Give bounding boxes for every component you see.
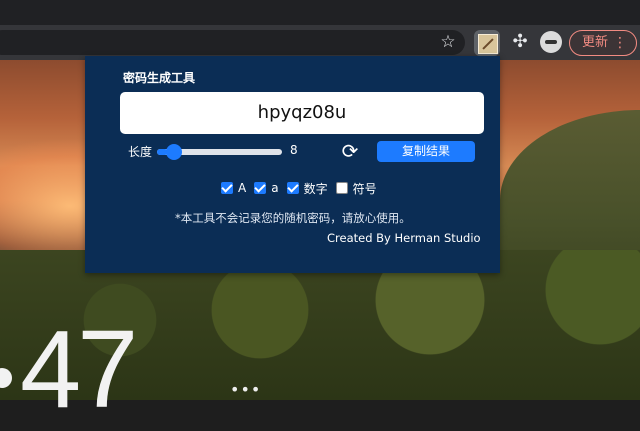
lowercase-checkbox[interactable] <box>254 182 267 194</box>
character-options: A a 数字 符号 <box>221 179 385 197</box>
profile-avatar[interactable] <box>540 31 562 53</box>
symbols-label: 符号 <box>352 181 377 196</box>
length-slider[interactable] <box>157 144 282 160</box>
popup-title: 密码生成工具 <box>123 71 196 85</box>
lowercase-label: a <box>271 181 279 195</box>
option-lowercase[interactable]: a <box>254 181 279 195</box>
credit-text: Created By Herman Studio <box>327 231 481 245</box>
uppercase-checkbox[interactable] <box>221 182 233 194</box>
clock-minutes: 47 <box>20 308 138 431</box>
password-extension-icon[interactable] <box>474 30 500 56</box>
refresh-icon[interactable]: ⟳ <box>339 140 361 162</box>
more-dots-icon[interactable]: ••• <box>230 380 261 399</box>
copy-result-button[interactable]: 复制结果 <box>377 141 475 162</box>
privacy-note: *本工具不会记录您的随机密码，请放心使用。 <box>175 211 411 225</box>
length-slider-thumb[interactable] <box>166 144 183 160</box>
password-generator-popup: 密码生成工具 hpyqz08u 长度 8 ⟳ 复制结果 A a 数字 符号 *本… <box>85 56 500 273</box>
password-output-field[interactable]: hpyqz08u <box>120 92 484 134</box>
length-label: 长度 <box>128 145 153 159</box>
star-icon[interactable]: ☆ <box>437 31 459 53</box>
tab-strip <box>0 0 640 25</box>
update-button[interactable]: 更新 ⋮ <box>569 30 637 56</box>
uppercase-label: A <box>238 181 247 195</box>
option-uppercase[interactable]: A <box>221 181 246 195</box>
update-label: 更新 <box>582 35 609 50</box>
digits-label: 数字 <box>303 181 328 196</box>
length-value: 8 <box>290 143 298 157</box>
option-symbols[interactable]: 符号 <box>335 180 377 197</box>
digits-checkbox[interactable] <box>286 182 299 194</box>
kebab-menu-icon[interactable]: ⋮ <box>613 31 627 55</box>
symbols-checkbox[interactable] <box>335 182 348 194</box>
puzzle-icon[interactable]: ✣ <box>509 31 531 53</box>
option-digits[interactable]: 数字 <box>286 180 328 197</box>
address-bar[interactable] <box>0 30 465 55</box>
pen-icon <box>478 34 498 54</box>
